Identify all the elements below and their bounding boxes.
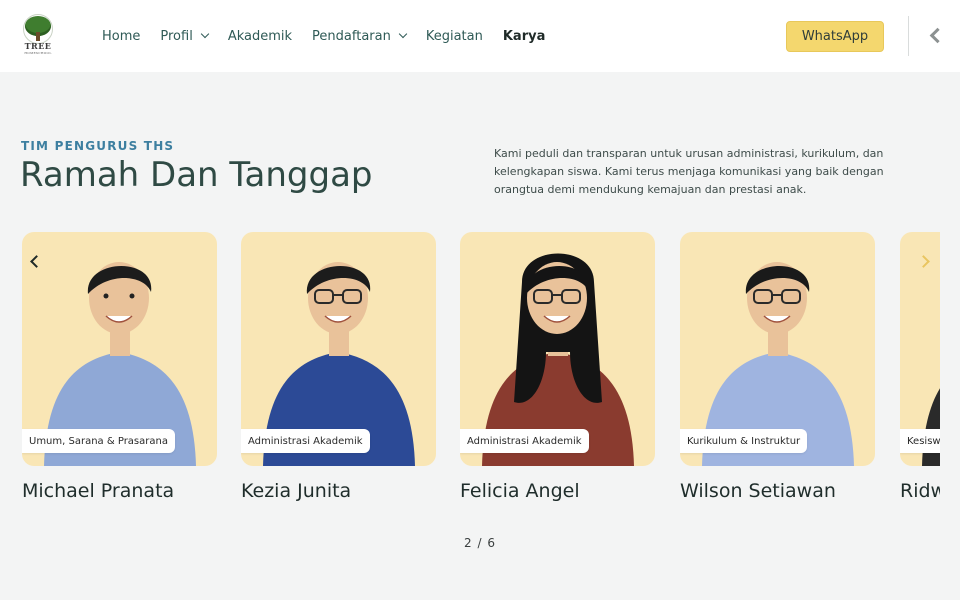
chevron-down-icon	[398, 29, 408, 39]
team-carousel[interactable]: Umum, Sarana & Prasarana Michael Pranata…	[0, 232, 940, 532]
member-name: Ridwan	[900, 480, 940, 502]
member-role-badge: Administrasi Akademik	[460, 429, 589, 453]
nav-label: Home	[102, 28, 141, 44]
nav-home[interactable]: Home	[102, 29, 140, 44]
member-name: Michael Pranata	[22, 480, 175, 502]
team-card[interactable]: Administrasi Akademik Felicia Angel	[460, 232, 655, 502]
member-name: Wilson Setiawan	[680, 480, 836, 502]
team-card[interactable]: Kurikulum & Instruktur Wilson Setiawan	[680, 232, 875, 502]
team-card[interactable]: Administrasi Akademik Kezia Junita	[241, 232, 436, 502]
section-eyebrow: TIM PENGURUS THS	[21, 139, 175, 153]
carousel-prev-icon[interactable]	[27, 253, 43, 271]
nav-label: Kegiatan	[425, 28, 483, 44]
member-role-badge: Administrasi Akademik	[241, 429, 370, 453]
site-logo[interactable]: TREE HOMESCHOOL	[21, 14, 55, 56]
member-name: Kezia Junita	[241, 480, 352, 502]
chevron-left-icon[interactable]	[928, 26, 944, 44]
person-eye	[103, 293, 109, 299]
member-photo: Administrasi Akademik	[460, 232, 655, 466]
member-role-badge: Umum, Sarana & Prasarana	[22, 429, 175, 453]
logo-subtitle: HOMESCHOOL	[24, 51, 52, 55]
section-description: Kami peduli dan transparan untuk urusan …	[494, 147, 884, 196]
member-photo: Kurikulum & Instruktur	[680, 232, 875, 466]
nav-karya[interactable]: Karya	[503, 29, 546, 44]
section-title: Ramah Dan Tanggap	[20, 155, 373, 195]
nav-kegiatan[interactable]: Kegiatan	[426, 29, 483, 44]
nav-label: Pendaftaran	[312, 28, 391, 44]
nav-akademik[interactable]: Akademik	[228, 29, 292, 44]
team-card[interactable]: Kesiswaan Ridwan	[900, 232, 940, 502]
header-divider	[908, 16, 909, 56]
member-role-badge: Kurikulum & Instruktur	[680, 429, 808, 453]
nav-pendaftaran[interactable]: Pendaftaran	[312, 28, 408, 44]
tree-trunk	[36, 32, 40, 41]
member-name: Felicia Angel	[460, 480, 580, 502]
chevron-down-icon	[200, 29, 210, 39]
whatsapp-button[interactable]: WhatsApp	[786, 21, 884, 52]
person-eye	[129, 293, 135, 299]
nav-label: Akademik	[227, 28, 293, 44]
main-nav: Home Profil Akademik Pendaftaran Kegiata…	[102, 27, 565, 45]
member-role-badge: Kesiswaan	[900, 429, 940, 453]
member-photo: Administrasi Akademik	[241, 232, 436, 466]
carousel-next-icon[interactable]	[917, 253, 933, 271]
team-card[interactable]: Umum, Sarana & Prasarana Michael Pranata	[22, 232, 217, 502]
site-header: TREE HOMESCHOOL Home Profil Akademik Pen…	[0, 0, 960, 72]
nav-label: Karya	[502, 28, 546, 44]
member-photo: Umum, Sarana & Prasarana	[22, 232, 217, 466]
logo-name: TREE	[24, 41, 52, 51]
carousel-pager: 2 / 6	[464, 536, 496, 550]
nav-profil[interactable]: Profil	[160, 28, 210, 44]
nav-label: Profil	[160, 28, 193, 44]
